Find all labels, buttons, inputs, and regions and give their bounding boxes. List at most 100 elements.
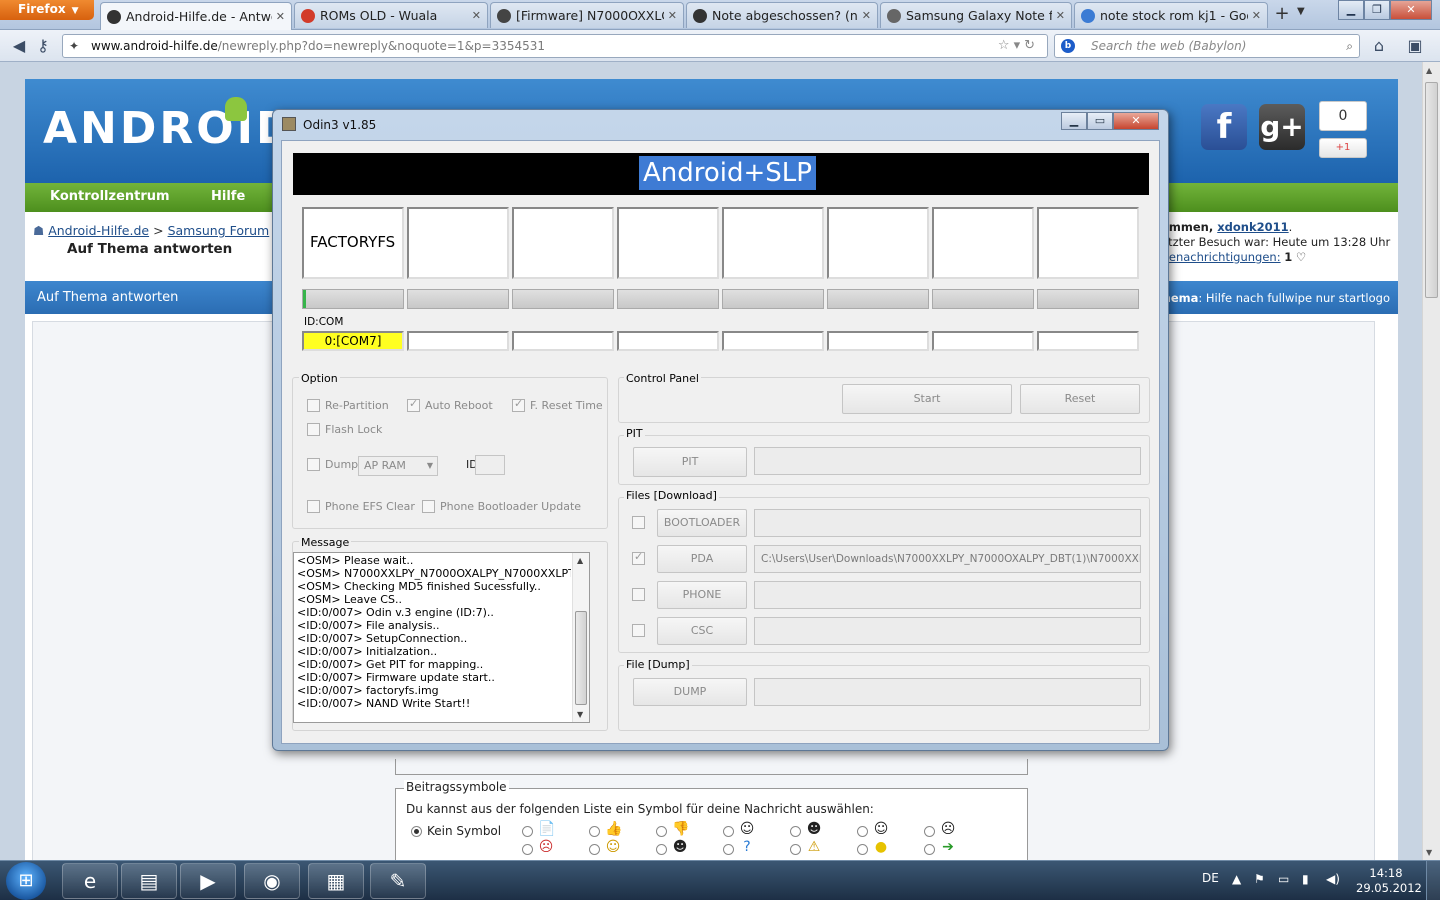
pit-button[interactable]: PIT [633, 447, 747, 477]
bookmark-star-icon[interactable]: ☆▾↻ [998, 35, 1039, 57]
radio-icon-thumbs-up[interactable] [589, 826, 600, 837]
language-indicator[interactable]: DE [1202, 871, 1219, 885]
file-explorer-icon[interactable]: ▤ [121, 863, 177, 899]
google-plus-icon[interactable]: g+ [1259, 104, 1305, 150]
media-player-icon[interactable]: ▶ [180, 863, 236, 899]
radio-icon-thumbs-down[interactable] [656, 826, 667, 837]
odin-minimize-button[interactable]: ▁ [1061, 112, 1087, 130]
home-icon[interactable]: ⌂ [1368, 35, 1390, 57]
scrollbar-thumb[interactable] [1425, 82, 1438, 298]
flash-lock-checkbox[interactable] [307, 423, 320, 436]
csc-checkbox[interactable] [632, 624, 645, 637]
breadcrumb-forum-link[interactable]: Samsung Forum [168, 223, 270, 238]
dump-file-field[interactable] [754, 678, 1141, 706]
maximize-button[interactable]: ❐ [1364, 0, 1390, 20]
auto-reboot-checkbox[interactable] [407, 397, 420, 412]
odin-maximize-button[interactable]: ▭ [1087, 112, 1113, 130]
message-scrollbar-thumb[interactable] [575, 611, 587, 705]
pit-file-field[interactable] [754, 447, 1141, 475]
radio-icon-smile[interactable] [723, 826, 734, 837]
id-field[interactable] [475, 455, 505, 475]
radio-icon-happy[interactable] [589, 844, 600, 855]
scroll-down-icon[interactable]: ▼ [577, 710, 583, 719]
pda-checkbox[interactable] [632, 550, 645, 565]
radio-icon-grin[interactable] [790, 826, 801, 837]
breadcrumb-home-link[interactable]: Android-Hilfe.de [48, 223, 149, 238]
volume-icon[interactable]: ◀) [1326, 872, 1340, 886]
minimize-button[interactable]: ▁ [1338, 0, 1364, 20]
radio-icon-cool[interactable] [656, 844, 667, 855]
tray-device-icon[interactable]: ▭ [1278, 872, 1289, 886]
nav-hilfe[interactable]: Hilfe [211, 189, 245, 204]
close-icon[interactable]: ✕ [1056, 9, 1065, 22]
scroll-up-icon[interactable]: ▲ [577, 556, 583, 565]
google-plus-one-button[interactable]: +1 [1319, 138, 1367, 158]
pda-file-field[interactable]: C:\Users\User\Downloads\N7000XXLPY_N7000… [754, 545, 1141, 573]
phone-bootloader-update-checkbox[interactable] [422, 500, 435, 513]
tab-note-abgeschossen[interactable]: Note abgeschossen? (nach... ✕ [686, 2, 878, 28]
start-button[interactable]: Start [842, 384, 1012, 414]
odin-close-button[interactable]: ✕ [1113, 112, 1159, 130]
search-icon[interactable]: ⌕ [1346, 35, 1353, 57]
odin-taskbar-icon[interactable]: ▦ [308, 863, 364, 899]
notifications-link[interactable]: Benachrichtigungen: [1161, 250, 1281, 264]
tab-google[interactable]: note stock rom kj1 - Googl... ✕ [1074, 2, 1268, 28]
addon-menu-icon[interactable]: ▣ [1404, 35, 1426, 57]
tab-android-hilfe[interactable]: Android-Hilfe.de - Antwor... ✕ [100, 2, 292, 30]
close-icon[interactable]: ✕ [276, 10, 285, 23]
show-desktop-button[interactable] [1426, 861, 1440, 900]
scroll-up-icon[interactable]: ▲ [1426, 66, 1432, 75]
network-icon[interactable]: ▮ [1302, 872, 1309, 886]
close-icon[interactable]: ✕ [862, 9, 871, 22]
phone-checkbox[interactable] [632, 588, 645, 601]
radio-icon-teeth[interactable] [857, 826, 868, 837]
bootloader-file-field[interactable] [754, 509, 1141, 537]
new-tab-button[interactable]: + [1270, 4, 1294, 26]
radio-icon-warning[interactable] [790, 844, 801, 855]
csc-button[interactable]: CSC [657, 617, 747, 645]
taskbar-clock[interactable]: 14:18 29.05.2012 [1356, 866, 1422, 896]
radio-icon-angry[interactable] [522, 844, 533, 855]
close-window-button[interactable]: ✕ [1390, 0, 1432, 20]
facebook-icon[interactable]: f [1201, 104, 1247, 150]
tab-firmware[interactable]: [Firmware] N7000OXXLC1 ... ✕ [490, 2, 684, 28]
radio-icon-arrow[interactable] [924, 844, 935, 855]
url-bar[interactable]: ✦ www.android-hilfe.de/newreply.php?do=n… [62, 34, 1048, 58]
phone-file-field[interactable] [754, 581, 1141, 609]
radio-icon-lightbulb[interactable] [857, 844, 868, 855]
csc-file-field[interactable] [754, 617, 1141, 645]
internet-explorer-icon[interactable]: e [62, 863, 118, 899]
reset-button[interactable]: Reset [1020, 384, 1140, 414]
phone-efs-clear-checkbox[interactable] [307, 500, 320, 513]
radio-icon-question[interactable] [723, 844, 734, 855]
re-partition-checkbox[interactable] [307, 399, 320, 412]
dump-checkbox[interactable] [307, 458, 320, 471]
firefox-icon[interactable]: ◉ [244, 863, 300, 899]
radio-kein-symbol[interactable] [411, 826, 422, 837]
message-scrollbar[interactable]: ▲ ▼ [572, 553, 589, 722]
paint-icon[interactable]: ✎ [370, 863, 426, 899]
tab-wuala[interactable]: ROMs OLD - Wuala ✕ [294, 2, 488, 28]
scroll-down-icon[interactable]: ▼ [1426, 848, 1432, 857]
bootloader-button[interactable]: BOOTLOADER [657, 509, 747, 537]
close-icon[interactable]: ✕ [472, 9, 481, 22]
firefox-menu-button[interactable]: Firefox ▼ [0, 0, 94, 20]
nav-kontrollzentrum[interactable]: Kontrollzentrum [50, 189, 170, 204]
tab-list-chevron-icon[interactable]: ▼ [1297, 6, 1305, 17]
message-log[interactable]: <OSM> Please wait.. <OSM> N7000XXLPY_N70… [293, 552, 590, 723]
phone-button[interactable]: PHONE [657, 581, 747, 609]
bootloader-checkbox[interactable] [632, 516, 645, 529]
username-link[interactable]: xdonk2011 [1217, 220, 1288, 234]
page-scrollbar[interactable]: ▲ ▼ [1422, 62, 1440, 860]
f-reset-time-checkbox[interactable] [512, 397, 525, 412]
tab-galaxy-note[interactable]: Samsung Galaxy Note flas... ✕ [880, 2, 1072, 28]
radio-icon-document[interactable] [522, 826, 533, 837]
dump-button[interactable]: DUMP [633, 678, 747, 706]
start-button[interactable]: ⊞ [6, 862, 46, 900]
key-icon[interactable]: ⚷ [32, 35, 54, 57]
tray-expand-icon[interactable]: ▲ [1232, 872, 1241, 886]
tray-flag-icon[interactable]: ⚑ [1254, 872, 1265, 886]
radio-icon-sad[interactable] [924, 826, 935, 837]
pda-button[interactable]: PDA [657, 545, 747, 573]
close-icon[interactable]: ✕ [668, 9, 677, 22]
